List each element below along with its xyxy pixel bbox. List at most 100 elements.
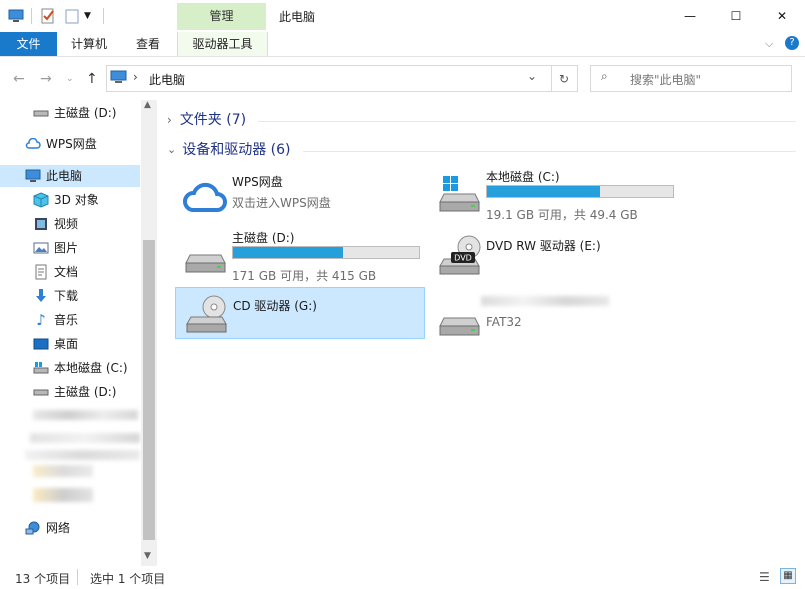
video-icon [33, 216, 49, 232]
group-devices[interactable]: ⌄ 设备和驱动器 (6) [167, 140, 291, 160]
picture-icon [33, 240, 49, 256]
customize-qat-icon[interactable]: ▼ [84, 8, 100, 24]
close-icon: ✕ [776, 9, 788, 23]
sidebar-item-documents[interactable]: 文档 [33, 261, 78, 283]
status-bar: 13 个项目 选中 1 个项目 ☰ ▦ [0, 566, 805, 589]
refresh-button[interactable]: ↻ [551, 65, 578, 92]
sidebar-item-videos[interactable]: 视频 [33, 213, 78, 235]
sidebar-item-pictures[interactable]: 图片 [33, 237, 78, 259]
breadcrumb[interactable]: 此电脑 [149, 71, 185, 88]
ribbon-tabs: 文件 计算机 查看 驱动器工具 ⌵ ? [0, 32, 805, 57]
address-bar[interactable]: › 此电脑 ⌄ [106, 65, 552, 92]
cloud-icon [181, 177, 229, 221]
download-icon [33, 288, 49, 304]
selection-count: 选中 1 个项目 [90, 572, 166, 586]
forward-arrow-icon[interactable]: → [40, 71, 52, 87]
drive-name: DVD RW 驱动器 (E:) [486, 239, 601, 253]
chevron-down-icon: ⌄ [167, 143, 177, 156]
context-tab-group-label: 管理 [177, 3, 266, 30]
tiles-view-icon[interactable]: ▦ [780, 568, 796, 584]
sidebar-item-local-disk-c[interactable]: 本地磁盘 (C:) [33, 357, 128, 379]
scrollbar-thumb[interactable] [143, 240, 155, 540]
sidebar-item-main-disk-d-2[interactable]: 主磁盘 (D:) [33, 381, 116, 403]
sidebar-item-label: 3D 对象 [54, 193, 99, 207]
windows-drive-icon [33, 360, 49, 376]
sidebar-item-label: 桌面 [54, 337, 79, 351]
group-label: 文件夹 (7) [179, 112, 247, 128]
ribbon-expand-icon[interactable]: ⌵ [765, 37, 773, 51]
sidebar-item-music[interactable]: ♪ 音乐 [33, 309, 78, 331]
drive-name: CD 驱动器 (G:) [233, 299, 317, 313]
maximize-icon: ☐ [730, 9, 742, 23]
sidebar-item-desktop[interactable]: 桌面 [33, 333, 78, 355]
breadcrumb-separator-icon[interactable]: › [133, 70, 138, 84]
up-arrow-icon[interactable]: ↑ [86, 71, 98, 87]
cd-drive-icon [182, 292, 230, 336]
obscured-item [33, 465, 93, 477]
maximize-button[interactable]: ☐ [713, 0, 759, 32]
help-icon[interactable]: ? [785, 36, 799, 50]
dvd-drive-icon: DVD [435, 234, 483, 278]
sidebar-item-this-pc[interactable]: 此电脑 [0, 165, 140, 187]
properties-icon[interactable] [40, 8, 56, 24]
drive-tile-wps-cloud[interactable]: WPS网盘 双击进入WPS网盘 [175, 173, 425, 225]
drive-icon [33, 384, 49, 400]
computer-icon[interactable] [8, 8, 24, 24]
drive-tile-cd-g[interactable]: CD 驱动器 (G:) [175, 287, 425, 339]
drive-icon [435, 296, 483, 340]
drive-tile-local-disk-c[interactable]: 本地磁盘 (C:) 19.1 GB 可用，共 49.4 GB [429, 168, 679, 222]
close-button[interactable]: ✕ [759, 0, 805, 32]
usage-fill [487, 186, 601, 197]
sidebar-item-downloads[interactable]: 下载 [33, 285, 78, 307]
item-count: 13 个项目 [15, 572, 71, 586]
sidebar-item-label: 视频 [54, 217, 79, 231]
obscured-item [33, 488, 93, 502]
sidebar-item-3d-objects[interactable]: 3D 对象 [33, 189, 99, 211]
svg-text:DVD: DVD [454, 254, 472, 263]
usage-fill [233, 247, 343, 258]
drive-usage-bar [232, 246, 420, 259]
music-icon: ♪ [36, 311, 46, 329]
sidebar-item-label: 文档 [54, 265, 79, 279]
chevron-right-icon: › [167, 113, 172, 127]
scroll-down-icon[interactable]: ▼ [144, 551, 151, 561]
sidebar-item-network[interactable]: 网络 [25, 517, 70, 539]
tab-view[interactable]: 查看 [136, 32, 160, 56]
recent-locations-icon[interactable]: ⌄ [66, 74, 74, 84]
drive-space-text: 19.1 GB 可用，共 49.4 GB [486, 208, 638, 222]
drive-subtitle: 双击进入WPS网盘 [232, 196, 331, 210]
window-title: 此电脑 [279, 10, 316, 24]
navigation-bar: ← → ⌄ ↑ › 此电脑 ⌄ ↻ ⌕ 搜索"此电脑" [0, 57, 805, 100]
search-input[interactable]: ⌕ 搜索"此电脑" [590, 65, 792, 92]
address-dropdown-icon[interactable]: ⌄ [527, 69, 537, 83]
sidebar-item-label: 网络 [46, 521, 71, 535]
minimize-icon: — [684, 9, 696, 23]
new-folder-icon[interactable] [64, 8, 80, 24]
drive-name: 本地磁盘 (C:) [486, 170, 560, 184]
cloud-icon [25, 136, 41, 152]
minimize-button[interactable]: — [667, 0, 713, 32]
back-arrow-icon[interactable]: ← [13, 71, 25, 87]
sidebar-item-main-disk-d[interactable]: 主磁盘 (D:) [33, 102, 116, 124]
scroll-up-icon[interactable]: ▲ [144, 100, 151, 110]
drive-space-text: 171 GB 可用，共 415 GB [232, 269, 377, 283]
drive-tile-dvd-e[interactable]: DVD DVD RW 驱动器 (E:) [429, 234, 679, 289]
tab-drive-tools[interactable]: 驱动器工具 [177, 32, 268, 56]
drive-tile-main-disk-d[interactable]: 主磁盘 (D:) 171 GB 可用，共 415 GB [175, 229, 425, 283]
drive-filesystem: FAT32 [486, 315, 522, 329]
drive-icon [181, 233, 229, 277]
drive-tile-fat32[interactable]: FAT32 [429, 292, 679, 344]
windows-drive-icon [435, 172, 483, 216]
sidebar-item-label: 此电脑 [46, 169, 83, 183]
obscured-item [25, 450, 140, 460]
title-bar: ▼ 管理 此电脑 — ☐ ✕ [0, 0, 805, 32]
search-placeholder: 搜索"此电脑" [630, 73, 702, 87]
details-view-icon[interactable]: ☰ [759, 570, 770, 584]
tab-computer[interactable]: 计算机 [71, 32, 107, 56]
drive-icon [33, 105, 49, 121]
sidebar-item-wps-cloud[interactable]: WPS网盘 [25, 133, 97, 155]
tab-file[interactable]: 文件 [0, 32, 57, 56]
document-icon [33, 264, 49, 280]
group-folders[interactable]: › 文件夹 (7) [167, 110, 246, 130]
search-icon: ⌕ [601, 69, 608, 83]
